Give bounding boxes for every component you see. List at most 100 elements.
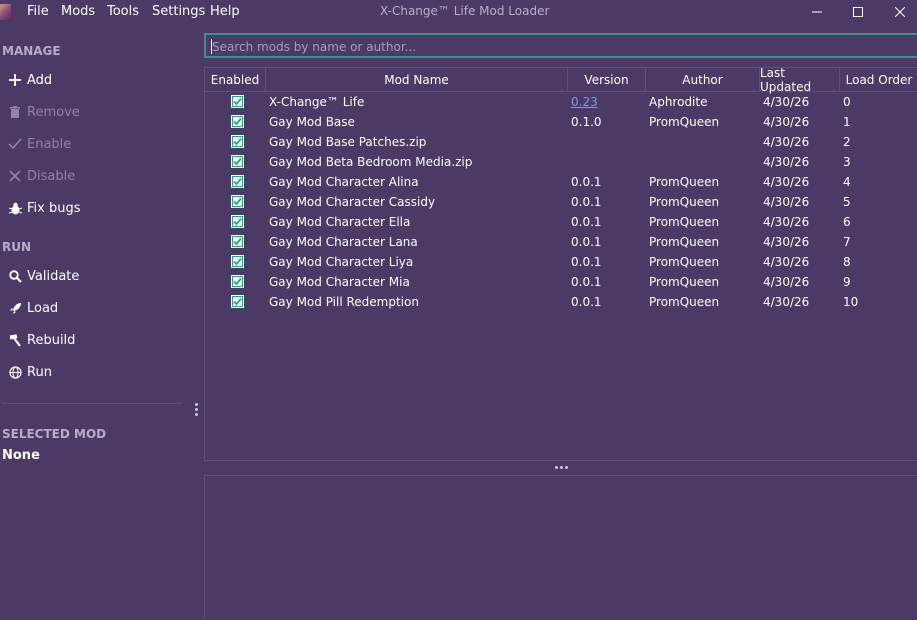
add-button-label: Add [27,72,53,88]
cell-mod-name: Gay Mod Character Cassidy [269,195,436,209]
checkmark-icon [231,275,244,288]
column-mod-name[interactable]: Mod Name [266,68,568,91]
table-row[interactable]: Gay Mod Pill Redemption 0.0.1 PromQueen 4/3… [205,292,917,312]
checkmark-icon [231,95,244,108]
cell-mod-name: Gay Mod Character Liya [269,255,414,269]
cell-last-updated: 4/30/26 [763,215,810,229]
column-last-updated[interactable]: Last Updated [760,66,840,94]
menu-settings[interactable]: Settings [152,4,205,19]
table-row[interactable]: Gay Mod Character Ella 0.0.1 PromQueen 4/30… [205,212,917,232]
cell-author: Aphrodite [649,95,708,109]
validate-button[interactable]: Validate [6,264,79,288]
run-button-label: Run [27,364,52,380]
table-row[interactable]: Gay Mod Beta Bedroom Media.zip 4/30/26 3 [205,152,917,172]
cell-load-order: 8 [843,255,851,269]
cell-last-updated: 4/30/26 [763,235,810,249]
cell-load-order: 6 [843,215,851,229]
minimize-button[interactable] [797,0,837,24]
cell-author: PromQueen [649,115,720,129]
selected-mod-label: SELECTED MOD [2,427,107,441]
magnifier-icon [6,269,24,283]
enabled-checkbox[interactable] [231,295,244,308]
cell-author: PromQueen [649,175,720,189]
fix-bugs-button[interactable]: Fix bugs [6,196,81,220]
menu-file[interactable]: File [27,4,49,19]
cell-load-order: 5 [843,195,851,209]
text-caret [211,39,212,54]
menu-tools[interactable]: Tools [107,4,139,19]
table-row[interactable]: Gay Mod Base 0.1.0 PromQueen 4/30/26 1 [205,112,917,132]
column-version[interactable]: Version [568,68,646,91]
panel-splitter-handle[interactable] [555,466,569,470]
search-box[interactable] [204,33,917,58]
remove-button-label: Remove [27,104,80,120]
cell-version: 0.0.1 [571,235,602,249]
cell-version: 0.0.1 [571,195,602,209]
column-load-order[interactable]: Load Order [840,68,917,91]
enable-button[interactable]: Enable [6,132,71,156]
enabled-checkbox[interactable] [231,175,244,188]
cell-version[interactable]: 0.23 [571,92,598,112]
search-input[interactable] [212,38,902,55]
enabled-checkbox[interactable] [231,195,244,208]
run-button[interactable]: Run [6,360,52,384]
enabled-checkbox[interactable] [231,275,244,288]
x-icon [6,170,24,182]
sidebar-resize-handle[interactable] [195,403,199,419]
cell-last-updated: 4/30/26 [763,135,810,149]
table-header: Enabled Mod Name Version Author Last Upd… [205,66,917,94]
enabled-checkbox[interactable] [231,255,244,268]
maximize-icon [853,7,863,17]
cell-mod-name: Gay Mod Pill Redemption [269,295,419,309]
cell-mod-name: Gay Mod Character Alina [269,175,419,189]
cell-mod-name: X-Change™ Life [269,95,365,109]
cell-load-order: 0 [843,95,851,109]
cell-version: 0.0.1 [571,215,602,229]
close-button[interactable] [880,0,917,24]
cell-load-order: 10 [843,295,859,309]
cell-version: 0.0.1 [571,175,602,189]
minimize-icon [812,11,822,13]
run-section-label: RUN [2,240,32,254]
menu-mods[interactable]: Mods [61,4,95,19]
enabled-checkbox[interactable] [231,155,244,168]
checkmark-icon [231,135,244,148]
enabled-checkbox[interactable] [231,215,244,228]
remove-button[interactable]: Remove [6,100,80,124]
title-bar: File Mods Tools Settings Help X-Change™ … [0,0,917,24]
checkmark-icon [231,295,244,308]
cell-version: 0.0.1 [571,255,602,269]
rebuild-button[interactable]: Rebuild [6,328,75,352]
mod-details-panel [204,475,917,620]
cell-last-updated: 4/30/26 [763,175,810,189]
load-button-label: Load [27,300,59,316]
table-row[interactable]: Gay Mod Base Patches.zip 4/30/26 2 [205,132,917,152]
maximize-button[interactable] [838,0,878,24]
selected-mod-value: None [2,448,40,463]
enabled-checkbox[interactable] [231,135,244,148]
cell-load-order: 1 [843,115,851,129]
disable-button[interactable]: Disable [6,164,75,188]
cell-last-updated: 4/30/26 [763,295,810,309]
enabled-checkbox[interactable] [231,235,244,248]
table-row[interactable]: Gay Mod Character Cassidy 0.0.1 PromQueen 4… [205,192,917,212]
table-row[interactable]: Gay Mod Character Alina 0.0.1 PromQueen 4/3… [205,172,917,192]
sidebar-divider [2,403,182,404]
table-row[interactable]: X-Change™ Life 0.23 Aphrodite 4/30/26 0 [205,92,917,112]
column-author[interactable]: Author [646,68,760,91]
fix-bugs-button-label: Fix bugs [27,200,81,216]
load-button[interactable]: Load [6,296,58,320]
enabled-checkbox[interactable] [231,95,244,108]
disable-button-label: Disable [27,168,76,184]
menu-help[interactable]: Help [210,4,240,19]
cell-version: 0.0.1 [571,275,602,289]
column-enabled[interactable]: Enabled [205,68,266,91]
add-button[interactable]: Add [6,68,52,92]
checkmark-icon [231,235,244,248]
table-row[interactable]: Gay Mod Character Liya 0.0.1 PromQueen 4/30… [205,252,917,272]
rebuild-button-label: Rebuild [27,332,76,348]
enabled-checkbox[interactable] [231,115,244,128]
checkmark-icon [231,255,244,268]
table-row[interactable]: Gay Mod Character Lana 0.0.1 PromQueen 4/30… [205,232,917,252]
table-row[interactable]: Gay Mod Character Mia 0.0.1 PromQueen 4/30/… [205,272,917,292]
